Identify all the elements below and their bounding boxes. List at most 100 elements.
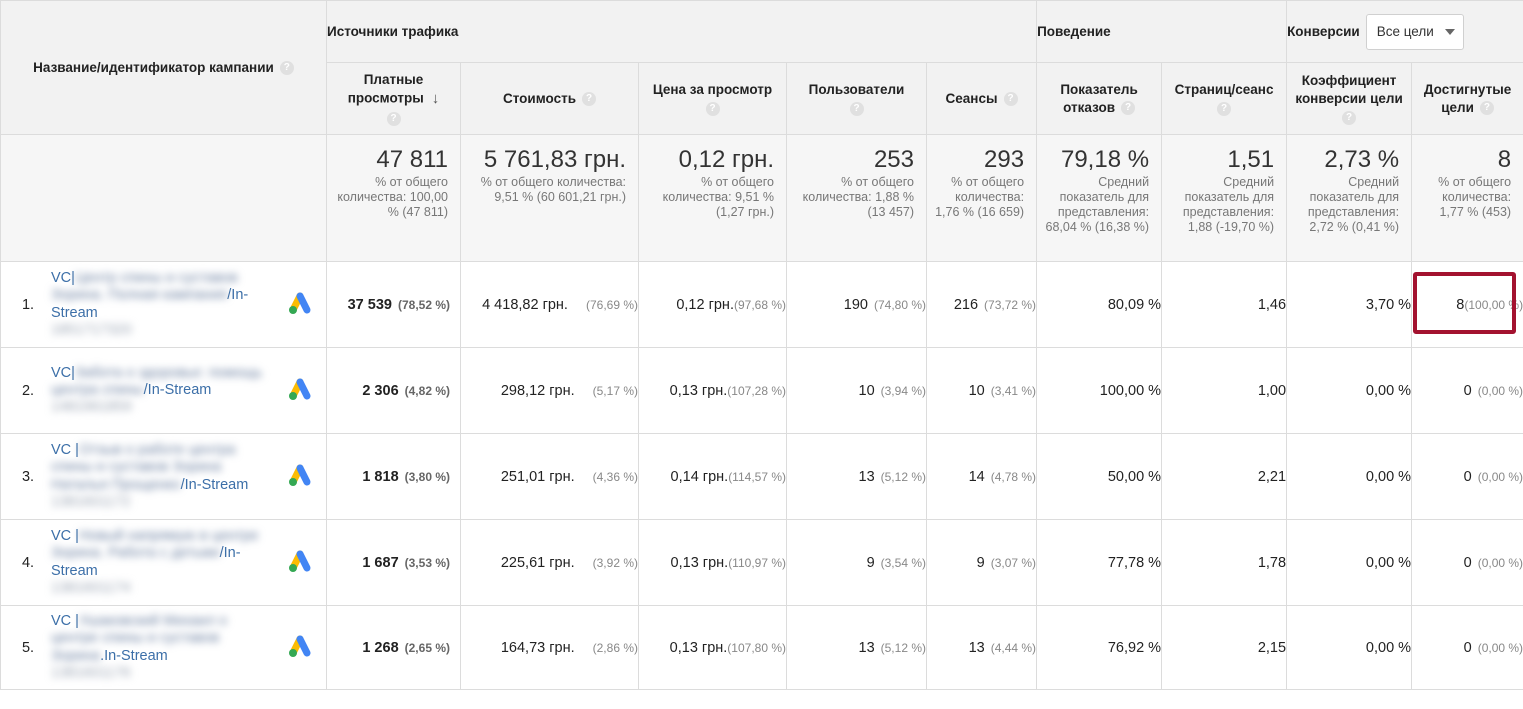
sessions-cell: 9 (3,07 %) xyxy=(925,519,1038,606)
cpv-cell: 0,14 грн.(114,57 %) xyxy=(638,433,787,520)
views-cell: 2 306 (4,82 %) xyxy=(326,347,461,434)
views-cell: 1 687 (3,53 %) xyxy=(326,519,461,606)
campaign-cell: 4. VC |Новый напрямую в центре Зорина. Ра… xyxy=(0,519,327,606)
help-icon[interactable]: ? xyxy=(582,92,597,107)
bounce-cell: 100,00 % xyxy=(1036,347,1163,434)
total-bounce: 79,18 % Средний показатель для представле… xyxy=(1036,134,1163,262)
traffic-sources-group: Источники трафика xyxy=(325,0,1038,63)
row-index: 5. xyxy=(21,639,35,656)
help-icon[interactable]: ? xyxy=(279,61,294,76)
pages-cell: 2,21 xyxy=(1161,433,1288,520)
cpv-cell: 0,13 грн.(107,80 %) xyxy=(638,605,787,690)
campaign-cell: 1. VC|Центр спины и суставов Зорина. Полн… xyxy=(0,261,327,348)
pages-column-header[interactable]: Страниц/сеанс ? xyxy=(1161,62,1288,135)
row-index: 2. xyxy=(21,382,35,399)
campaign-id-blurred: 1851717320 xyxy=(51,321,132,338)
conv-rate-cell: 0,00 % xyxy=(1286,605,1413,690)
pages-cell: 1,46 xyxy=(1161,261,1288,348)
behavior-group: Поведение xyxy=(1036,0,1288,63)
bounce-column-header[interactable]: Показатель отказов? xyxy=(1036,62,1163,135)
cost-cell: 298,12 грн. (5,17 %) xyxy=(460,347,639,434)
campaign-column-header[interactable]: Название/идентификатор кампании? xyxy=(0,0,327,135)
conv-rate-column-header[interactable]: Коэффициент конверсии цели ? xyxy=(1286,62,1413,135)
highlight-box xyxy=(1413,272,1517,334)
sessions-cell: 10 (3,41 %) xyxy=(925,347,1038,434)
help-icon[interactable]: ? xyxy=(1479,100,1494,115)
goals-cell: 0 (0,00 %) xyxy=(1411,347,1523,434)
bounce-cell: 76,92 % xyxy=(1036,605,1163,690)
bounce-cell: 50,00 % xyxy=(1036,433,1163,520)
goals-cell: 0 (0,00 %) xyxy=(1411,433,1523,520)
help-icon[interactable]: ? xyxy=(1121,100,1135,115)
total-pages: 1,51 Средний показатель для представления… xyxy=(1161,134,1288,262)
cost-column-title: Стоимость xyxy=(502,90,577,106)
campaign-name-end: .In-Stream xyxy=(100,647,168,664)
campaign-cell: 2. VC|Забота о здоровье: помощь центра сп… xyxy=(0,347,327,434)
pages-cell: 1,00 xyxy=(1161,347,1288,434)
campaign-cell: 5. VC |Ушаковский Михаил о центре спины и… xyxy=(0,605,327,690)
row-index: 4. xyxy=(21,554,35,571)
table-row: 2. VC|Забота о здоровье: помощь центра сп… xyxy=(0,347,1523,434)
cost-column-header[interactable]: Стоимость? xyxy=(460,62,639,135)
total-goals: 8% от общего количества: 1,77 % (453) xyxy=(1411,134,1523,262)
campaign-link[interactable]: VC |Отзыв о работе центра спины и сустав… xyxy=(51,442,273,510)
goal-select-dropdown[interactable]: Все цели xyxy=(1365,13,1464,50)
totals-label-cell xyxy=(0,134,327,262)
sessions-cell: 13 (4,44 %) xyxy=(925,605,1038,690)
campaign-name-blurred: Центр спины и суставов Зорина. Полная ка… xyxy=(51,270,238,304)
google-ads-icon xyxy=(285,376,315,406)
total-conv-rate: 2,73 % Средний показатель для представлен… xyxy=(1286,134,1413,262)
total-views: 47 811% от общего количества: 100,00 % (… xyxy=(326,134,461,262)
campaign-id-blurred: 1381601174 xyxy=(51,579,131,596)
goals-cell: 8(100,00 %) xyxy=(1411,261,1523,348)
help-icon[interactable]: ? xyxy=(705,101,720,116)
campaign-cell: 3. VC |Отзыв о работе центра спины и суст… xyxy=(0,433,327,520)
goals-column-title: Достигнутые цели xyxy=(1423,81,1512,115)
google-ads-icon xyxy=(285,462,315,492)
google-ads-icon xyxy=(285,548,315,578)
table-row: 4. VC |Новый напрямую в центре Зорина. Ра… xyxy=(0,519,1523,606)
pages-cell: 1,78 xyxy=(1161,519,1288,606)
help-icon[interactable]: ? xyxy=(1003,92,1018,107)
campaign-link[interactable]: VC|Центр спины и суставов Зорина. Полная… xyxy=(51,270,273,338)
sessions-column-header[interactable]: Сеансы? xyxy=(925,62,1038,135)
campaign-name-start: VC| xyxy=(51,270,75,287)
users-cell: 13 (5,12 %) xyxy=(786,433,927,520)
help-icon[interactable]: ? xyxy=(386,111,401,126)
campaign-name-start: VC | xyxy=(51,528,79,545)
views-column-title: Платные просмотры xyxy=(347,72,424,106)
cost-cell: 4 418,82 грн. (76,69 %) xyxy=(460,261,639,348)
campaign-id-blurred: 1381601176 xyxy=(51,664,131,681)
total-cost: 5 761,83 грн.% от общего количества: 9,5… xyxy=(460,134,639,262)
table-row: 1. VC|Центр спины и суставов Зорина. Полн… xyxy=(0,261,1523,348)
conversions-group-label: Конверсии xyxy=(1287,24,1360,39)
campaign-link[interactable]: VC|Забота о здоровье: помощь центра спин… xyxy=(51,365,273,416)
sessions-cell: 14 (4,78 %) xyxy=(925,433,1038,520)
users-column-header[interactable]: Пользователи ? xyxy=(786,62,927,135)
cpv-column-header[interactable]: Цена за просмотр ? xyxy=(638,62,787,135)
campaign-link[interactable]: VC |Ушаковский Михаил о центре спины и с… xyxy=(51,613,273,681)
conv-rate-cell: 0,00 % xyxy=(1286,519,1413,606)
users-cell: 190 (74,80 %) xyxy=(786,261,927,348)
cpv-cell: 0,13 грн.(110,97 %) xyxy=(638,519,787,606)
campaign-name-start: VC | xyxy=(51,442,79,459)
users-column-title: Пользователи xyxy=(808,82,905,98)
campaign-column-title: Название/идентификатор кампании xyxy=(33,59,274,75)
sort-descending-icon[interactable]: ↓ xyxy=(432,89,440,109)
campaign-name-end: /In-Stream xyxy=(180,476,249,493)
help-icon[interactable]: ? xyxy=(1217,101,1232,116)
campaign-name-end: /In-Stream xyxy=(143,381,212,398)
total-cpv: 0,12 грн.% от общего количества: 9,51 % … xyxy=(638,134,787,262)
campaign-link[interactable]: VC |Новый напрямую в центре Зорина. Рабо… xyxy=(51,528,273,596)
views-column-header[interactable]: Платные просмотры ↓ ? xyxy=(326,62,461,135)
google-ads-icon xyxy=(285,290,315,320)
help-icon[interactable]: ? xyxy=(849,101,864,116)
cpv-column-title: Цена за просмотр xyxy=(652,82,773,98)
campaign-id-blurred: 1481961859 xyxy=(51,399,132,416)
help-icon[interactable]: ? xyxy=(1342,110,1357,125)
goals-column-header[interactable]: Достигнутые цели? xyxy=(1411,62,1523,135)
row-index: 1. xyxy=(21,296,35,313)
cost-cell: 251,01 грн. (4,36 %) xyxy=(460,433,639,520)
totals-row: 47 811% от общего количества: 100,00 % (… xyxy=(0,134,1523,262)
views-cell: 1 818 (3,80 %) xyxy=(326,433,461,520)
